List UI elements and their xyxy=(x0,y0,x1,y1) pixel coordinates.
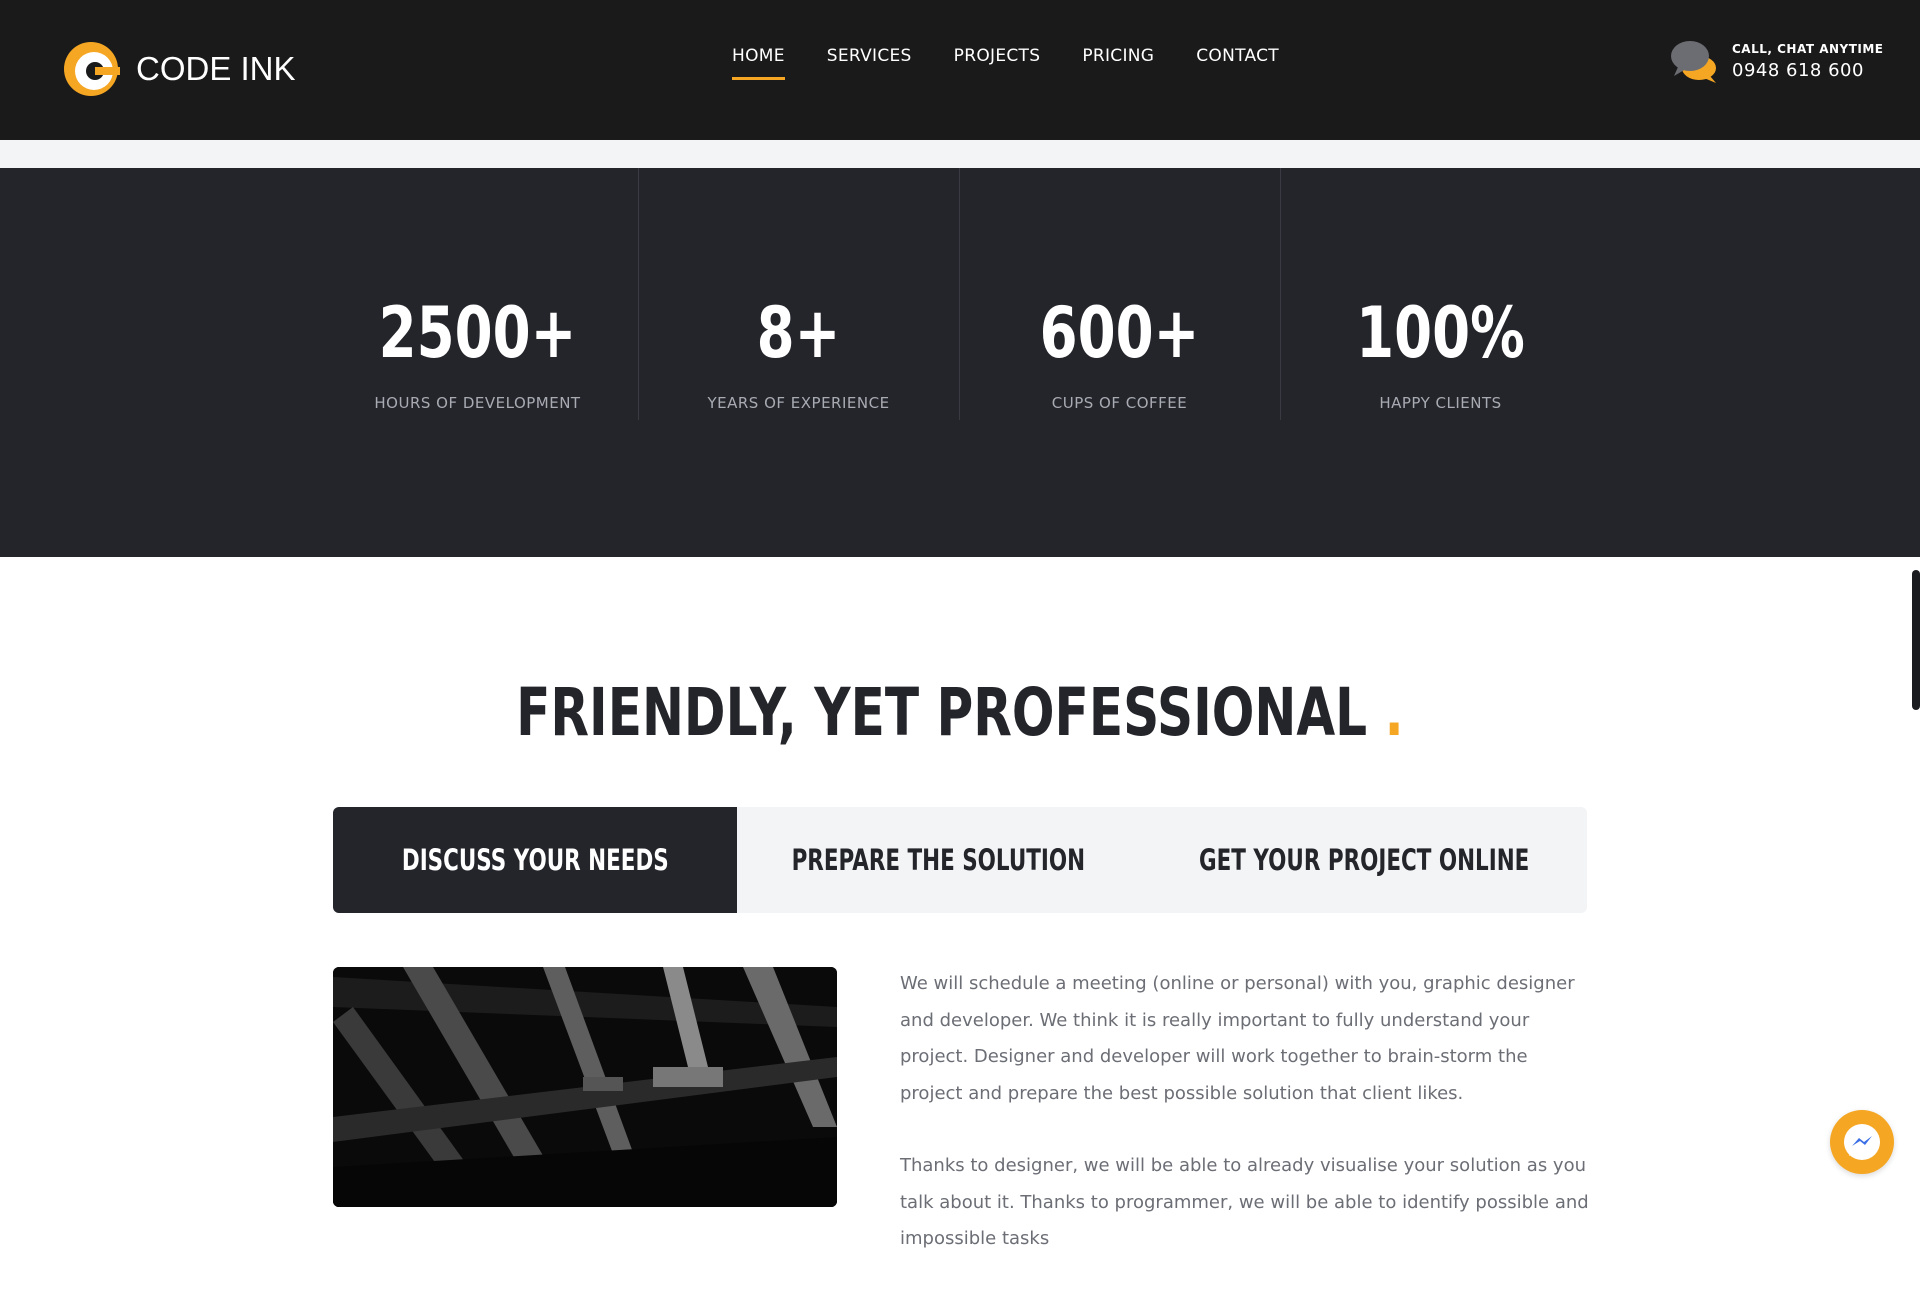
contact-label: CALL, CHAT ANYTIME xyxy=(1732,41,1884,56)
tab-prepare-solution[interactable]: PREPARE THE SOLUTION xyxy=(737,807,1141,913)
section-heading: FRIENDLY, YET PROFESSIONAL . xyxy=(0,674,1920,751)
heading-accent-dot: . xyxy=(1384,674,1404,751)
nav-home[interactable]: HOME xyxy=(732,46,785,80)
stat-label: YEARS OF EXPERIENCE xyxy=(707,394,890,412)
stats-section: 2500+ HOURS OF DEVELOPMENT 8+ YEARS OF E… xyxy=(0,168,1920,710)
site-header: CODE INK HOME SERVICES PROJECTS PRICING … xyxy=(0,0,1920,140)
stat-coffee: 600+ CUPS OF COFFEE xyxy=(959,168,1280,420)
nav-services[interactable]: SERVICES xyxy=(827,46,912,80)
nav-projects[interactable]: PROJECTS xyxy=(954,46,1041,80)
stat-label: HOURS OF DEVELOPMENT xyxy=(374,394,581,412)
logo[interactable]: CODE INK xyxy=(62,40,296,98)
header-band xyxy=(0,140,1920,168)
process-photo xyxy=(333,967,837,1207)
tab-discuss-needs[interactable]: DISCUSS YOUR NEEDS xyxy=(333,807,737,913)
logo-text: CODE INK xyxy=(136,50,296,87)
content-paragraph: Thanks to designer, we will be able to a… xyxy=(900,1155,1589,1249)
tab-project-online[interactable]: GET YOUR PROJECT ONLINE xyxy=(1141,807,1587,913)
heading-text: FRIENDLY, YET PROFESSIONAL xyxy=(516,674,1368,751)
nav-pricing[interactable]: PRICING xyxy=(1082,46,1154,80)
tab-label: DISCUSS YOUR NEEDS xyxy=(401,843,669,877)
stat-value: 2500+ xyxy=(378,292,577,374)
ceiling-beams-image xyxy=(333,967,837,1207)
stat-value: 600+ xyxy=(1039,292,1200,374)
stat-value: 8+ xyxy=(756,292,841,374)
tab-content-text: We will schedule a meeting (online or pe… xyxy=(900,966,1590,1294)
messenger-icon xyxy=(1844,1124,1880,1160)
main-nav: HOME SERVICES PROJECTS PRICING CONTACT xyxy=(732,46,1279,80)
stat-clients: 100% HAPPY CLIENTS xyxy=(1280,168,1601,420)
header-contact[interactable]: CALL, CHAT ANYTIME 0948 618 600 xyxy=(1670,38,1884,84)
code-ink-logo-icon xyxy=(64,42,120,96)
process-tabs: DISCUSS YOUR NEEDS PREPARE THE SOLUTION … xyxy=(333,807,1587,913)
tab-label: GET YOUR PROJECT ONLINE xyxy=(1198,843,1529,877)
stat-years: 8+ YEARS OF EXPERIENCE xyxy=(638,168,959,420)
nav-contact[interactable]: CONTACT xyxy=(1196,46,1279,80)
tab-label: PREPARE THE SOLUTION xyxy=(791,843,1086,877)
contact-phone[interactable]: 0948 618 600 xyxy=(1732,60,1884,81)
stat-label: CUPS OF COFFEE xyxy=(1051,394,1188,412)
content-paragraph: We will schedule a meeting (online or pe… xyxy=(900,973,1575,1104)
stat-value: 100% xyxy=(1356,292,1525,374)
chat-bubbles-icon xyxy=(1671,41,1716,83)
stat-hours: 2500+ HOURS OF DEVELOPMENT xyxy=(317,168,638,420)
stat-label: HAPPY CLIENTS xyxy=(1379,394,1502,412)
messenger-chat-button[interactable] xyxy=(1830,1110,1894,1174)
